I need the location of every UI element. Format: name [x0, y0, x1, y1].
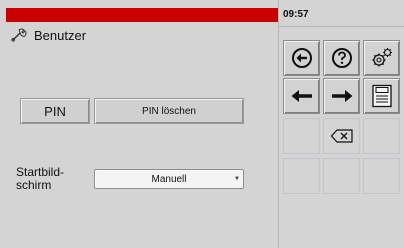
back-button[interactable] — [283, 40, 320, 76]
keypad-empty-cell — [323, 158, 360, 194]
divider — [279, 26, 404, 27]
back-circle-icon — [291, 47, 313, 69]
main-panel: Benutzer PIN PIN löschen Startbild- schi… — [0, 0, 279, 248]
settings-button[interactable] — [363, 40, 400, 76]
pin-button[interactable]: PIN — [20, 98, 90, 124]
gears-icon — [370, 46, 394, 70]
clear-pin-button[interactable]: PIN löschen — [94, 98, 244, 124]
backspace-button[interactable] — [323, 118, 360, 154]
page-title: Benutzer — [10, 26, 86, 44]
keypad-empty-cell — [283, 158, 320, 194]
arrow-left-button[interactable] — [283, 78, 320, 114]
arrow-right-button[interactable] — [323, 78, 360, 114]
keypad-empty-cell — [363, 158, 400, 194]
clock: 09:57 — [283, 9, 309, 20]
title-bar-accent — [6, 8, 278, 22]
help-button[interactable] — [323, 40, 360, 76]
start-screen-dropdown[interactable]: Manuell ▼ — [94, 169, 244, 189]
arrow-right-icon — [330, 89, 354, 103]
arrow-left-icon — [290, 89, 314, 103]
page-title-text: Benutzer — [34, 27, 87, 43]
save-button[interactable] — [363, 78, 400, 114]
dropdown-arrow-icon: ▼ — [234, 176, 240, 182]
keypad-empty-cell — [363, 118, 400, 154]
wrench-icon — [10, 27, 28, 43]
backspace-icon — [330, 129, 354, 143]
start-screen-label: Startbild- schirm — [16, 166, 86, 192]
start-screen-value: Manuell — [151, 173, 187, 185]
side-panel: 09:57 — [279, 0, 404, 248]
start-screen-label-text: Startbild- schirm — [16, 165, 65, 192]
save-icon — [371, 84, 393, 108]
keypad-empty-cell — [283, 118, 320, 154]
help-icon — [331, 47, 353, 69]
